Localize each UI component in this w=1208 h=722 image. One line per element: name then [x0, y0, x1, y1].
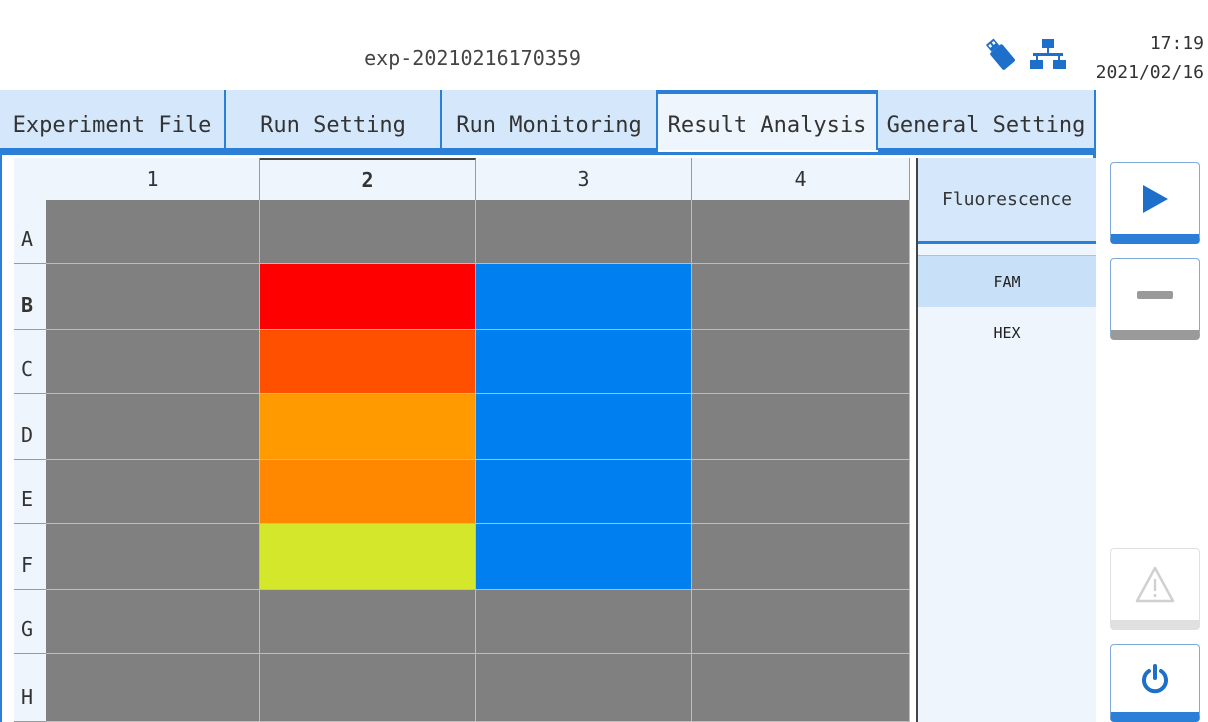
well-a3[interactable]: [476, 200, 692, 264]
well-c3[interactable]: [476, 330, 692, 394]
row-header-a[interactable]: A: [14, 200, 46, 264]
well-d1[interactable]: [46, 394, 260, 460]
column-header-3[interactable]: 3: [476, 158, 692, 200]
row-header-d[interactable]: D: [14, 394, 46, 460]
play-icon: [1143, 184, 1168, 213]
row-header-h[interactable]: H: [14, 654, 46, 722]
tab-run-monitoring[interactable]: Run Monitoring: [442, 90, 658, 152]
well-e4[interactable]: [692, 460, 910, 524]
fluorescence-button[interactable]: Fluorescence: [918, 158, 1096, 244]
start-run-button[interactable]: [1110, 162, 1200, 244]
clock-time: 17:19: [1149, 33, 1204, 54]
row-header-f[interactable]: F: [14, 524, 46, 590]
stop-run-button[interactable]: [1110, 258, 1200, 340]
dye-panel: Fluorescence FAM HEX: [916, 158, 1096, 722]
main-tabs: Experiment File Run Setting Run Monitori…: [0, 90, 1096, 154]
well-plate: 1 2 3 4 A B C D E F G H: [14, 158, 910, 722]
column-header-2[interactable]: 2: [260, 158, 476, 200]
well-f2[interactable]: [260, 524, 476, 590]
usb-icon: [985, 38, 1015, 70]
well-b2[interactable]: [260, 264, 476, 330]
well-a2[interactable]: [260, 200, 476, 264]
warning-icon: [1135, 566, 1175, 602]
well-g3[interactable]: [476, 590, 692, 654]
well-c1[interactable]: [46, 330, 260, 394]
minus-icon: [1137, 290, 1173, 299]
well-b1[interactable]: [46, 264, 260, 330]
power-button[interactable]: [1110, 644, 1200, 722]
well-a4[interactable]: [692, 200, 910, 264]
clock-date: 2021/02/16: [1095, 62, 1204, 83]
well-h2[interactable]: [260, 654, 476, 722]
well-d4[interactable]: [692, 394, 910, 460]
column-header-4[interactable]: 4: [692, 158, 910, 200]
tab-experiment-file[interactable]: Experiment File: [0, 90, 226, 152]
column-header-1[interactable]: 1: [46, 158, 260, 200]
well-g4[interactable]: [692, 590, 910, 654]
well-d2[interactable]: [260, 394, 476, 460]
well-c4[interactable]: [692, 330, 910, 394]
experiment-title: exp-20210216170359: [364, 46, 581, 70]
tab-result-analysis[interactable]: Result Analysis: [658, 90, 878, 150]
well-e1[interactable]: [46, 460, 260, 524]
well-c2[interactable]: [260, 330, 476, 394]
well-d3[interactable]: [476, 394, 692, 460]
dye-item-fam[interactable]: FAM: [918, 255, 1096, 307]
well-f4[interactable]: [692, 524, 910, 590]
power-icon: [1142, 663, 1168, 693]
well-a1[interactable]: [46, 200, 260, 264]
warning-button[interactable]: [1110, 548, 1200, 630]
well-b3[interactable]: [476, 264, 692, 330]
row-header-c[interactable]: C: [14, 330, 46, 394]
tab-general-setting[interactable]: General Setting: [878, 90, 1096, 152]
well-h1[interactable]: [46, 654, 260, 722]
well-h4[interactable]: [692, 654, 910, 722]
well-g1[interactable]: [46, 590, 260, 654]
well-h3[interactable]: [476, 654, 692, 722]
dye-list: FAM HEX: [918, 255, 1096, 359]
well-e3[interactable]: [476, 460, 692, 524]
well-e2[interactable]: [260, 460, 476, 524]
network-icon: [1030, 39, 1066, 69]
dye-item-hex[interactable]: HEX: [918, 307, 1096, 359]
well-f3[interactable]: [476, 524, 692, 590]
row-header-e[interactable]: E: [14, 460, 46, 524]
row-header-b[interactable]: B: [14, 264, 46, 330]
row-header-g[interactable]: G: [14, 590, 46, 654]
well-b4[interactable]: [692, 264, 910, 330]
well-f1[interactable]: [46, 524, 260, 590]
well-g2[interactable]: [260, 590, 476, 654]
tab-run-setting[interactable]: Run Setting: [226, 90, 442, 152]
